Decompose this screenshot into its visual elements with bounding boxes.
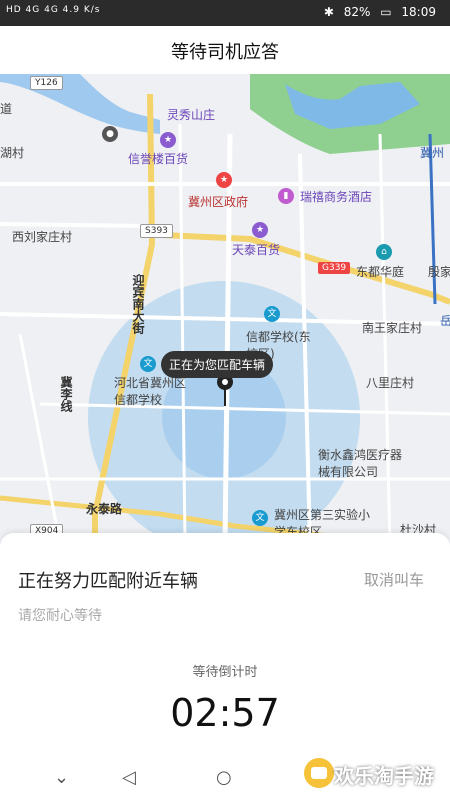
map-view[interactable]: Y126 道 湖村 灵秀山庄 ★ 信誉楼百货 ● 冀州 ★ 冀州区政府 ▮ 瑞禧…: [0, 74, 450, 544]
map-label-yue: 岳: [440, 314, 450, 328]
map-label-yingbin: 迎宾南大街: [131, 274, 145, 334]
status-right: ✱ 82% ▭ 18:09: [318, 5, 436, 19]
map-label-hebei-school: 河北省冀州区信都学校: [114, 376, 187, 407]
map-label-tiantai: 天泰百货: [232, 243, 281, 257]
map-label-balizhuang: 八里庄村: [366, 376, 415, 390]
train-poi-icon: ●: [102, 126, 118, 142]
watermark-text: 欢乐淘手游: [334, 764, 434, 788]
countdown-label: 等待倒计时: [192, 665, 258, 680]
bluetooth-icon: ✱: [323, 5, 334, 19]
home-icon[interactable]: ○: [216, 767, 232, 788]
map-label-jili: 冀李线: [59, 376, 73, 412]
map-label-duan: 殷家: [428, 265, 450, 279]
clock: 18:09: [401, 5, 436, 19]
countdown-timer: 02:57: [170, 691, 280, 735]
school-poi-icon: 文: [264, 306, 280, 322]
wait-hint-text: 请您耐心等待: [18, 608, 102, 624]
map-label-xinyulou: 信誉楼百货: [128, 152, 189, 166]
battery-percent: 82%: [343, 5, 371, 19]
watermark: 欢乐淘手游: [300, 754, 450, 794]
map-label-yongtai: 永泰路: [86, 502, 123, 516]
map-label-ji-edge: 冀州: [420, 146, 445, 160]
map-label-nanwang: 南王家庄村: [362, 321, 423, 335]
map-label-xiliu: 西刘家庄村: [12, 230, 73, 244]
road-sign-y126: Y126: [30, 76, 63, 90]
matching-status-text: 正在努力匹配附近车辆: [18, 571, 198, 592]
map-label-hu: 湖村: [0, 146, 25, 160]
map-label-lingxiu: 灵秀山庄: [167, 108, 216, 122]
residence-poi-icon: ⌂: [376, 244, 392, 260]
store-poi-icon: ★: [252, 222, 268, 238]
map-label-ruixi: 瑞禧商务酒店: [300, 190, 373, 204]
map-label-jizhou-gov: 冀州区政府: [188, 195, 249, 209]
battery-icon: ▭: [380, 5, 392, 19]
road-sign-s393: S393: [140, 224, 173, 238]
watermark-logo-icon: [304, 758, 334, 788]
shopping-poi-icon: ★: [160, 132, 176, 148]
matching-bubble: 正在为您匹配车辆: [161, 351, 274, 378]
school-poi-icon-2: 文: [140, 356, 156, 372]
road-sign-g339: G339: [318, 262, 351, 274]
map-label-dao: 道: [0, 102, 13, 116]
back-icon[interactable]: ◁: [122, 767, 136, 788]
school-poi-icon-3: 文: [252, 510, 268, 526]
cancel-ride-button[interactable]: 取消叫车: [364, 569, 424, 590]
government-poi-icon: ★: [216, 172, 232, 188]
hotel-poi-icon: ▮: [278, 188, 294, 204]
map-label-dongdu: 东都华庭: [356, 265, 405, 279]
collapse-icon[interactable]: ⌄: [54, 767, 69, 788]
network-status: HD 4G 4G 4.9 K/s: [6, 5, 101, 15]
page-title: 等待司机应答: [171, 42, 279, 63]
map-label-hengshui: 衡水鑫鸿医疗器械有限公司: [318, 448, 403, 479]
title-bar: 等待司机应答: [0, 26, 450, 75]
status-bar: HD 4G 4G 4.9 K/s ✱ 82% ▭ 18:09: [0, 0, 450, 26]
